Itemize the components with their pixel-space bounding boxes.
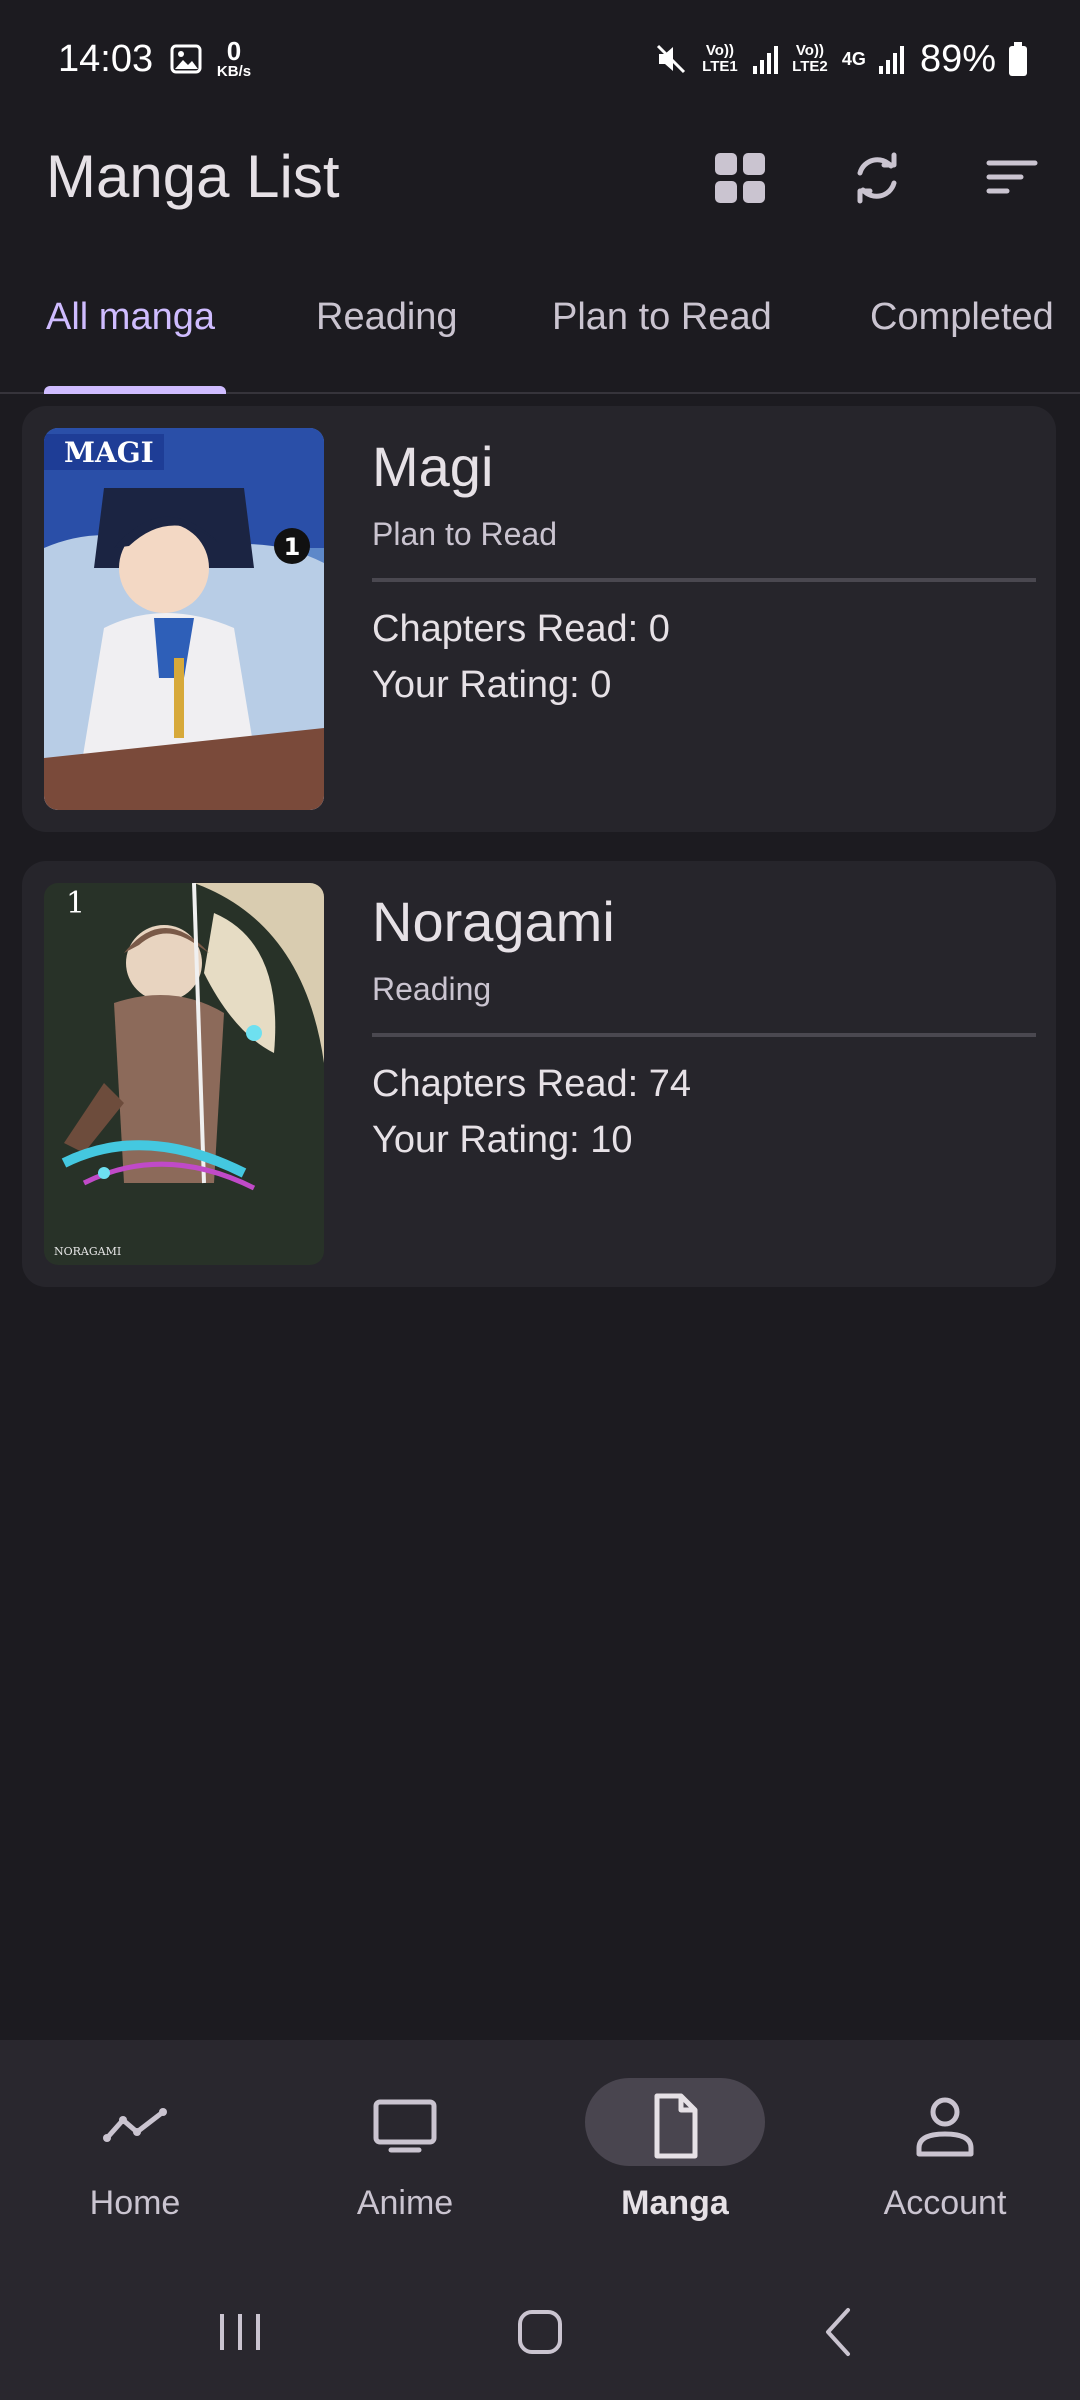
divider	[372, 578, 1036, 582]
tab-indicator	[44, 386, 226, 394]
tab-plan-to-read[interactable]: Plan to Read	[552, 296, 772, 339]
svg-text:1: 1	[284, 533, 301, 561]
home-button-icon[interactable]	[500, 2292, 580, 2372]
grid-view-button[interactable]	[708, 146, 772, 210]
divider	[372, 1033, 1036, 1037]
sim2-indicator: Vo)) LTE2	[792, 42, 828, 75]
manga-card-magi[interactable]: 1 MAGI Magi Plan to Read Chapters Read: …	[22, 406, 1056, 832]
recent-apps-icon[interactable]	[200, 2292, 280, 2372]
mute-icon	[656, 44, 685, 74]
chapters-read: Chapters Read: 74	[372, 1063, 691, 1105]
bottom-navigation: Home Anime Manga Account	[0, 2040, 1080, 2256]
nav-label: Home	[89, 2184, 181, 2222]
tab-bar: All manga Reading Plan to Read Completed	[0, 272, 1080, 394]
manga-card-noragami[interactable]: 1 NORAGAMI Noragami Reading Chapters Rea…	[22, 861, 1056, 1287]
refresh-button[interactable]	[845, 146, 909, 210]
network-type: 4G	[841, 49, 866, 69]
status-bar: 14:03 0 KB/s Vo)) LTE1 Vo)) LTE2 4G 89%	[0, 0, 1080, 118]
nav-label: Manga	[621, 2184, 729, 2222]
sort-icon	[986, 160, 1038, 194]
battery-icon	[1009, 42, 1027, 76]
gallery-notification-icon	[170, 44, 202, 74]
grid-view-icon	[715, 153, 765, 203]
nav-home[interactable]: Home	[0, 2040, 270, 2256]
chapters-read: Chapters Read: 0	[372, 608, 670, 650]
battery-percent: 89%	[919, 37, 996, 80]
nav-manga[interactable]: Manga	[540, 2040, 810, 2256]
your-rating: Your Rating: 10	[372, 1119, 633, 1161]
app-bar: Manga List	[0, 118, 1080, 236]
manga-title: Noragami	[372, 890, 615, 953]
manga-title: Magi	[372, 435, 494, 498]
page-title: Manga List	[46, 143, 340, 210]
tab-completed[interactable]: Completed	[870, 296, 1054, 339]
nav-label: Account	[883, 2184, 1007, 2222]
status-right: Vo)) LTE1 Vo)) LTE2 4G 89%	[654, 36, 1028, 82]
refresh-icon	[857, 152, 897, 204]
back-icon[interactable]	[800, 2292, 880, 2372]
svg-text:MAGI: MAGI	[64, 436, 154, 469]
tv-icon	[373, 2099, 437, 2153]
tab-all-manga[interactable]: All manga	[46, 296, 215, 339]
cover-image-magi: 1 MAGI	[44, 428, 324, 810]
tab-reading[interactable]: Reading	[316, 296, 458, 339]
trend-icon	[103, 2108, 167, 2142]
signal-icon	[752, 46, 778, 74]
person-icon	[916, 2097, 974, 2157]
nav-label: Anime	[356, 2184, 454, 2222]
your-rating: Your Rating: 0	[372, 664, 612, 706]
svg-text:NORAGAMI: NORAGAMI	[54, 1245, 121, 1258]
document-icon	[654, 2093, 698, 2159]
nav-anime[interactable]: Anime	[270, 2040, 540, 2256]
network-speed: 0 KB/s	[216, 36, 252, 80]
svg-text:1: 1	[66, 886, 85, 921]
cover-image-noragami: 1 NORAGAMI	[44, 883, 324, 1265]
sort-button[interactable]	[980, 146, 1044, 210]
manga-status: Plan to Read	[372, 516, 558, 552]
signal-icon	[878, 46, 904, 74]
manga-status: Reading	[372, 971, 492, 1007]
status-time: 14:03	[58, 38, 154, 80]
sim1-indicator: Vo)) LTE1	[702, 42, 738, 75]
system-navigation-bar	[0, 2256, 1080, 2400]
nav-account[interactable]: Account	[810, 2040, 1080, 2256]
